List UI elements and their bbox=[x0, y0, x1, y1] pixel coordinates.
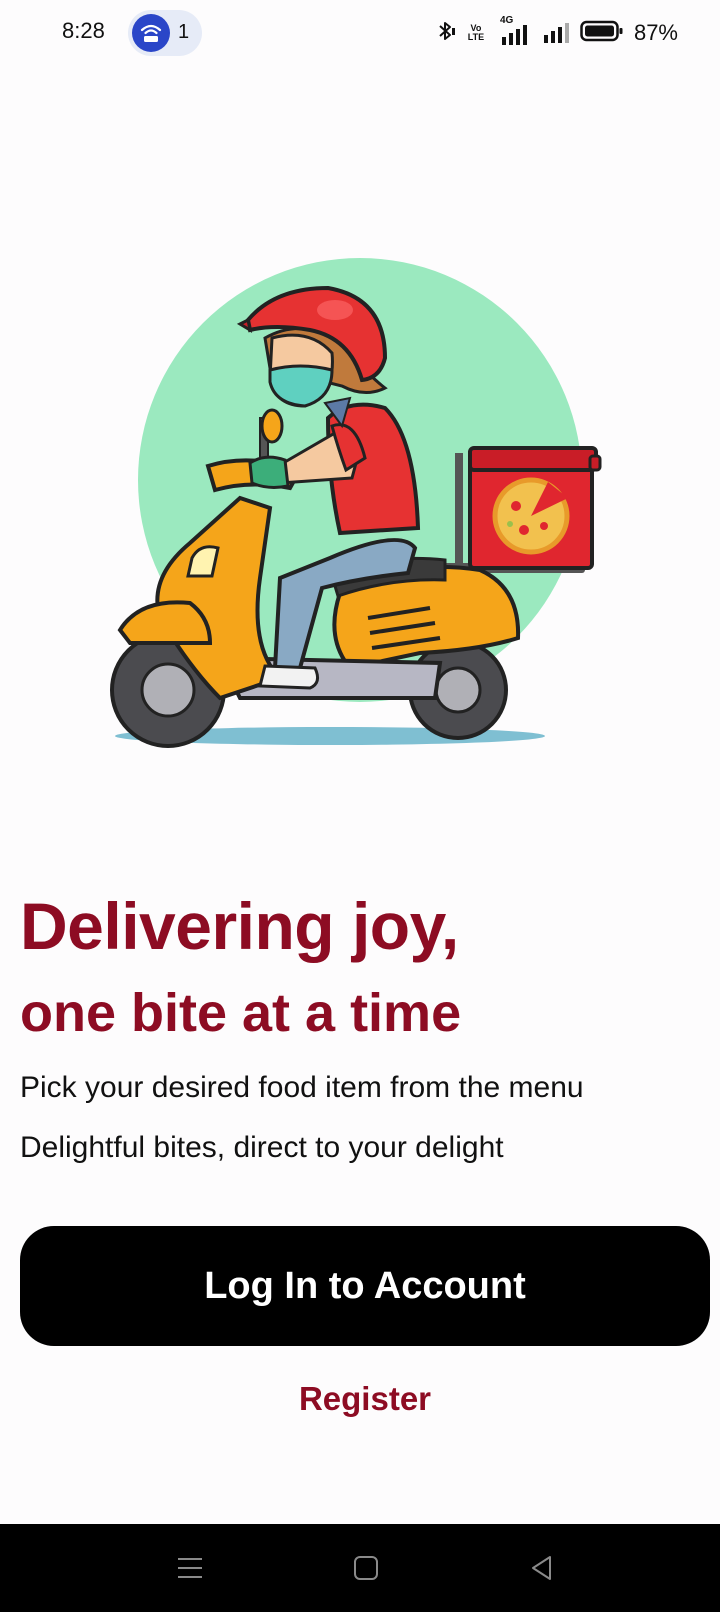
register-link[interactable]: Register bbox=[0, 1380, 720, 1418]
hotspot-icon bbox=[132, 14, 170, 52]
bluetooth-icon bbox=[436, 19, 456, 48]
status-time: 8:28 bbox=[62, 18, 105, 43]
battery-icon bbox=[580, 19, 624, 48]
headline-secondary: one bite at a time bbox=[20, 983, 462, 1043]
battery-percent: 87% bbox=[633, 20, 678, 45]
tagline-menu: Pick your desired food item from the men… bbox=[20, 1071, 584, 1104]
volte-icon: Vo LTE bbox=[464, 24, 488, 42]
notification-count: 1 bbox=[178, 21, 190, 43]
headline-primary: Delivering joy, bbox=[20, 889, 459, 963]
home-icon[interactable] bbox=[342, 1544, 390, 1592]
status-icons: Vo LTE 4G 87% bbox=[436, 15, 678, 50]
volte-label-bottom: LTE bbox=[467, 32, 485, 42]
hotspot-notification[interactable]: 1 bbox=[128, 10, 202, 56]
onboarding-screen: 8:28 1 Vo LTE 4G 87% Delivering joy, one… bbox=[0, 0, 720, 1612]
menu-icon[interactable] bbox=[166, 1544, 214, 1592]
system-nav-bar bbox=[0, 1524, 720, 1612]
signal-icon bbox=[542, 17, 572, 50]
signal-4g-icon: 4G bbox=[496, 15, 534, 47]
delivery-scooter-illustration bbox=[100, 258, 630, 778]
login-button[interactable]: Log In to Account bbox=[20, 1226, 710, 1346]
tagline-delight: Delightful bites, direct to your delight bbox=[20, 1131, 504, 1164]
status-bar: 8:28 1 Vo LTE 4G 87% bbox=[0, 0, 720, 66]
back-icon[interactable] bbox=[518, 1544, 566, 1592]
